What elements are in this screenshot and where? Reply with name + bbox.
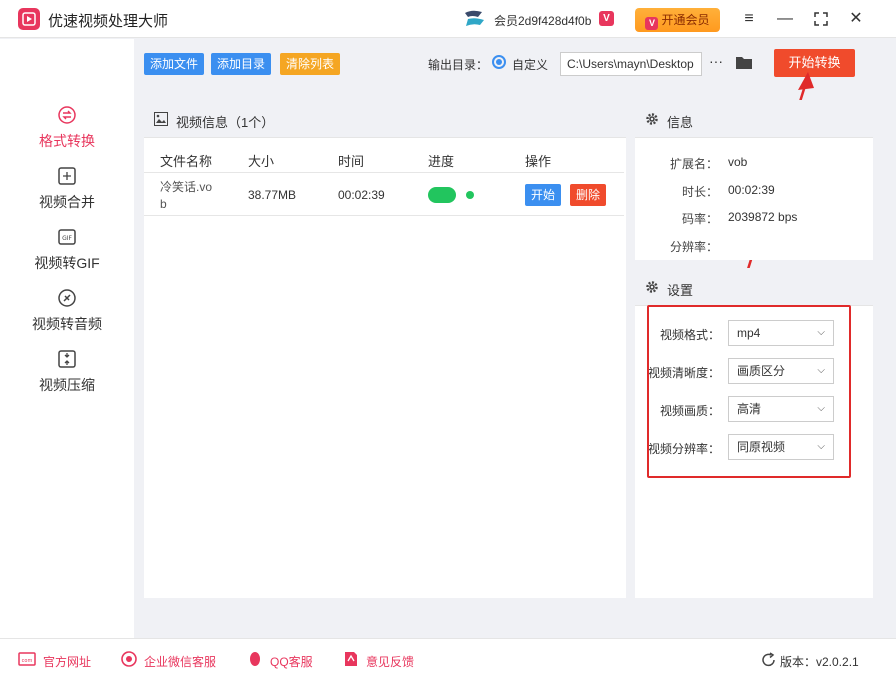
website-icon: com [18,652,36,666]
settings-panel-header: 设置 [635,268,873,306]
gif-icon: GIF [57,227,77,247]
audio-icon [57,288,77,308]
duration-value: 00:02:39 [728,183,775,197]
format-convert-icon [57,105,77,125]
folder-icon[interactable] [735,55,753,70]
image-icon [154,112,168,126]
info-panel: 信息 [635,100,873,260]
output-dir-label: 输出目录： [428,58,489,72]
version-text: 版本：v2.0.2.1 [780,655,859,669]
member-badge: V [599,11,614,26]
ext-value: vob [728,155,748,169]
custom-radio[interactable] [492,55,506,69]
info-panel-header: 信息 [635,100,873,138]
qq-link[interactable]: QQ客服 [270,653,313,670]
progress-status-dot [466,191,474,199]
member-logo-icon [465,10,484,26]
add-folder-button[interactable]: 添加目录 [211,53,272,75]
annotation-highlight-box [647,305,851,478]
sidebar-item-label: 视频合并 [39,194,95,210]
add-file-button[interactable]: 添加文件 [144,53,205,75]
column-header-progress: 进度 [428,154,455,169]
column-header-time: 时间 [338,154,365,169]
column-header-actions: 操作 [525,154,552,169]
wechat-icon [121,651,137,667]
sidebar-item-label: 格式转换 [39,133,95,149]
qq-icon [250,652,260,666]
sidebar-item-audio[interactable]: 视频转音频 [0,288,134,344]
video-panel-title: 视频信息（1个） [176,115,275,130]
title-bar: 优速视频处理大师 会员2d9f428d4f0b V V 开通会员 ≡ — ✕ [0,0,896,38]
footer: com 官方网址 企业微信客服 QQ客服 意见反馈 版本：v2.0.2.1 [0,638,896,680]
app-logo-icon [18,8,40,30]
merge-icon [57,166,77,186]
vip-button[interactable]: V 开通会员 [635,8,720,32]
sidebar-item-label: 视频转音频 [32,316,102,332]
gear-icon [646,113,658,125]
more-button[interactable]: ··· [709,53,723,69]
divider [144,172,624,173]
menu-icon[interactable]: ≡ [740,10,758,28]
svg-text:com: com [22,658,33,664]
sidebar-item-compress[interactable]: 视频压缩 [0,349,134,405]
sidebar-item-merge[interactable]: 视频合并 [0,166,134,222]
row-start-button[interactable]: 开始 [525,184,562,206]
vip-button-label: 开通会员 [661,13,710,27]
output-path-field[interactable]: C:\Users\mayn\Desktop [560,52,702,76]
compress-icon [57,349,77,369]
vip-icon: V [645,17,659,30]
minimize-icon[interactable]: — [776,10,794,28]
gear-icon [646,281,658,293]
close-icon[interactable]: ✕ [847,10,865,28]
refresh-icon[interactable] [760,652,778,668]
video-panel-header: 视频信息（1个） [144,100,626,138]
svg-text:GIF: GIF [62,235,72,242]
row-delete-button[interactable]: 删除 [570,184,607,206]
sidebar-item-label: 视频转GIF [34,255,100,271]
file-name-line2: b [160,197,167,211]
member-id: 会员2d9f428d4f0b [494,14,592,28]
info-panel-title: 信息 [667,115,694,130]
progress-indicator [428,187,456,203]
bitrate-label: 码率： [681,212,718,226]
sidebar: 格式转换 视频合并 GIF 视频转GIF 视频转音频 视频压缩 [0,39,134,638]
file-name-line1: 冷笑话.vo [160,180,213,194]
maximize-icon[interactable] [812,10,830,28]
settings-panel-title: 设置 [667,283,694,298]
column-header-name: 文件名称 [160,154,213,169]
app-title: 优速视频处理大师 [48,13,169,30]
file-size: 38.77MB [248,188,297,202]
feedback-link[interactable]: 意见反馈 [366,653,414,670]
column-header-size: 大小 [248,154,275,169]
video-panel: 视频信息（1个） [144,100,626,598]
sidebar-item-format-convert[interactable]: 格式转换 [0,105,134,161]
custom-radio-label[interactable]: 自定义 [512,56,548,73]
divider [144,215,624,216]
clear-list-button[interactable]: 清除列表 [280,53,341,75]
sidebar-item-label: 视频压缩 [39,377,95,393]
feedback-icon [345,652,357,666]
ext-label: 扩展名： [669,157,718,171]
website-link[interactable]: 官方网址 [43,653,91,670]
bitrate-value: 2039872 bps [728,210,798,224]
sidebar-item-gif[interactable]: GIF 视频转GIF [0,227,134,283]
wechat-link[interactable]: 企业微信客服 [144,653,216,670]
duration-label: 时长： [681,185,718,199]
resolution-label: 分辨率： [669,240,718,254]
file-duration: 00:02:39 [338,188,385,202]
